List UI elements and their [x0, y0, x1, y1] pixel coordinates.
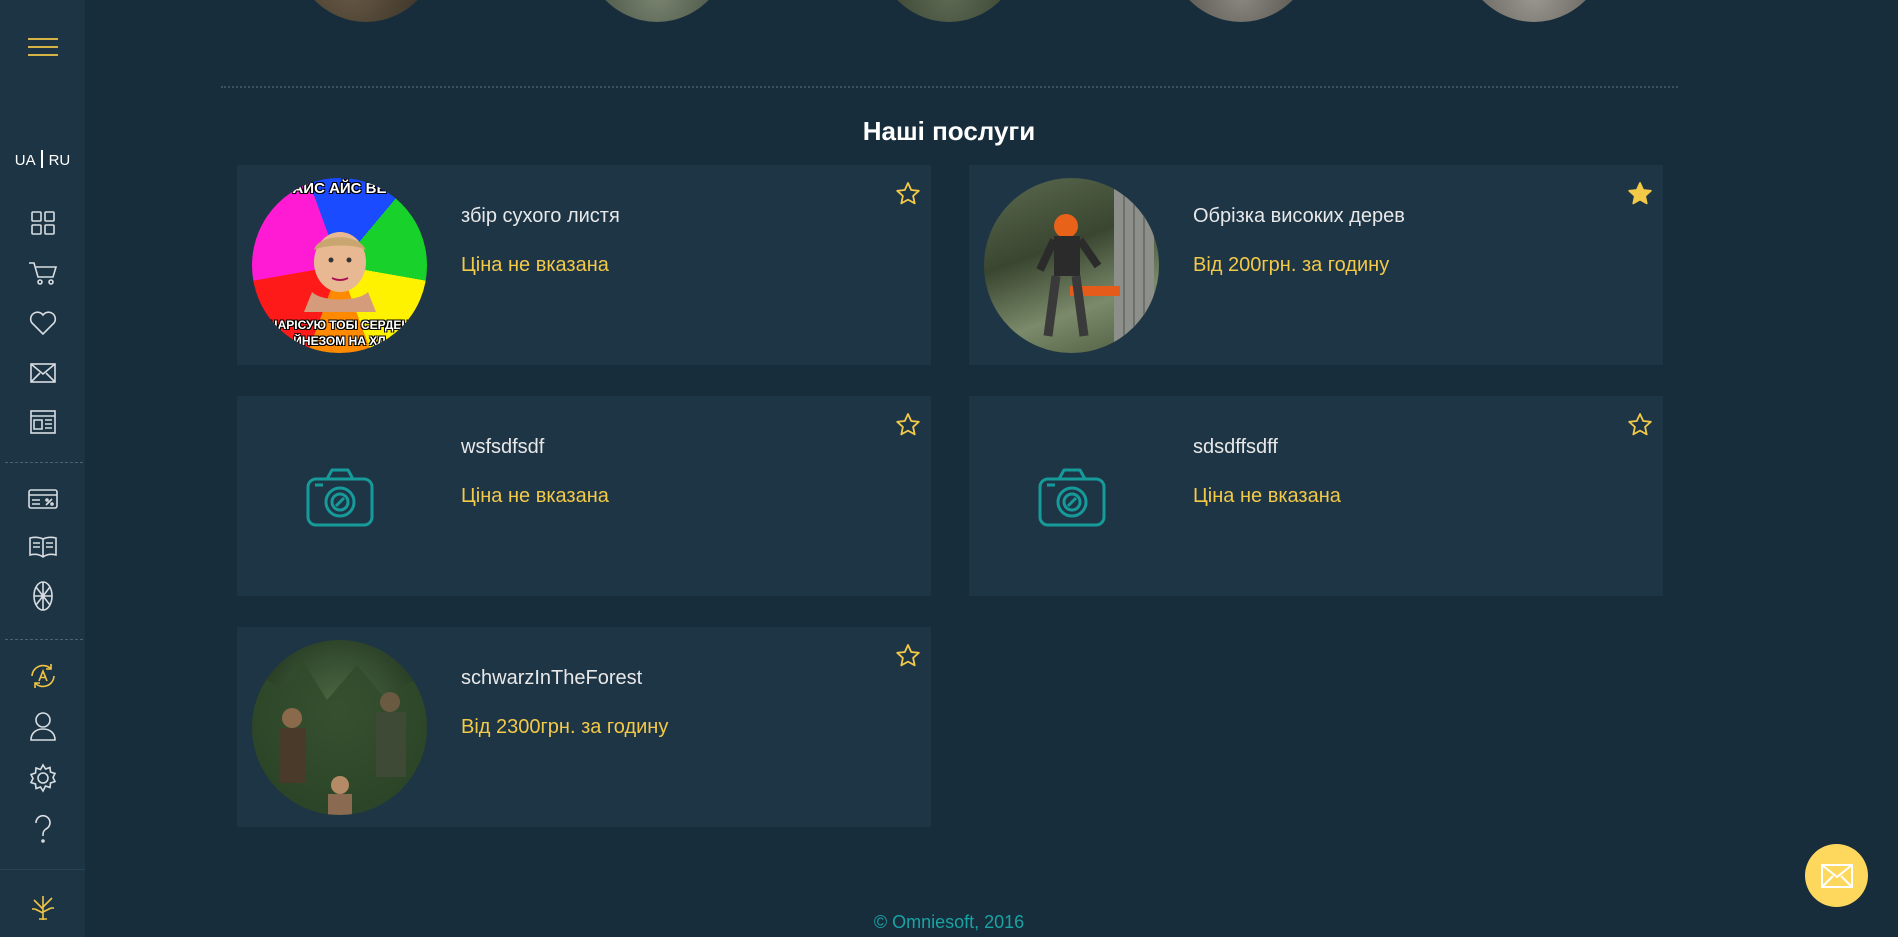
lang-divider — [40, 150, 43, 168]
lang-ua-link[interactable]: UA — [15, 152, 36, 169]
envelope-icon — [1820, 863, 1853, 888]
sidebar-divider — [5, 639, 83, 640]
camera-icon — [306, 468, 373, 526]
service-card[interactable]: schwarzInTheForest Від 2300грн. за годин… — [237, 627, 931, 827]
camera-icon — [1038, 468, 1105, 526]
top-avatar[interactable] — [578, 0, 736, 22]
section-divider — [221, 86, 1678, 88]
sidebar-divider — [5, 462, 83, 463]
question-icon[interactable] — [0, 813, 85, 845]
service-name[interactable]: збір сухого листя — [461, 205, 620, 228]
service-card[interactable]: Обрізка високих дерев Від 200грн. за год… — [969, 165, 1663, 365]
lang-ru-link[interactable]: RU — [49, 152, 71, 169]
sync-a-icon[interactable] — [0, 660, 85, 692]
section-title: Наші послуги — [862, 116, 1036, 146]
service-card[interactable]: wsfsdfsdf Ціна не вказана — [237, 396, 931, 596]
service-name[interactable]: schwarzInTheForest — [461, 667, 642, 690]
service-price: Ціна не вказана — [461, 254, 609, 276]
cart-icon[interactable] — [0, 258, 85, 288]
top-avatar[interactable] — [870, 0, 1028, 22]
book-icon[interactable] — [0, 533, 85, 561]
meme-top-text: АЙС АЙС ВЕ — [292, 180, 387, 197]
footer-copyright: © Omniesoft, 2016 — [873, 912, 1025, 932]
service-image: АЙС АЙС ВЕ НАРІСУЮ ТОБІ СЕРДЕН ЙНЕЗОМ НА… — [252, 178, 427, 353]
top-avatar[interactable] — [287, 0, 445, 22]
service-price: Ціна не вказана — [461, 485, 609, 507]
contact-mail-button[interactable] — [1805, 844, 1868, 907]
service-price: Від 200грн. за годину — [1193, 254, 1390, 276]
chainsaw-photo-icon — [1036, 178, 1154, 353]
news-icon[interactable] — [0, 407, 85, 437]
star-filled-icon[interactable] — [1627, 181, 1653, 207]
discount-card-icon[interactable] — [0, 485, 85, 513]
gear-icon[interactable] — [0, 762, 85, 794]
service-price: Ціна не вказана — [1193, 485, 1341, 507]
meme-bottom-text: НАРІСУЮ ТОБІ СЕРДЕН — [268, 318, 411, 332]
top-avatar[interactable] — [1455, 0, 1613, 22]
language-switcher: UA RU — [0, 150, 85, 169]
top-avatar[interactable] — [1162, 0, 1320, 22]
meme-bottom-text-2: ЙНЕЗОМ НА ХЛ — [293, 334, 386, 348]
service-card[interactable]: АЙС АЙС ВЕ НАРІСУЮ ТОБІ СЕРДЕН ЙНЕЗОМ НА… — [237, 165, 931, 365]
service-card[interactable]: sdsdffsdff Ціна не вказана — [969, 396, 1663, 596]
service-image-placeholder — [252, 409, 427, 584]
star-outline-icon[interactable] — [1627, 412, 1653, 438]
star-outline-icon[interactable] — [895, 643, 921, 669]
mail-icon[interactable] — [0, 358, 85, 388]
forest-photo-icon — [252, 660, 427, 815]
grid-icon[interactable] — [0, 208, 85, 238]
service-name[interactable]: Обрізка високих дерев — [1193, 205, 1405, 228]
aperture-icon[interactable] — [0, 580, 85, 612]
service-image — [252, 640, 427, 815]
menu-icon[interactable] — [0, 30, 85, 64]
heart-icon[interactable] — [0, 308, 85, 338]
service-name[interactable]: wsfsdfsdf — [461, 436, 544, 459]
service-image — [984, 178, 1159, 353]
star-outline-icon[interactable] — [895, 412, 921, 438]
service-name[interactable]: sdsdffsdff — [1193, 436, 1278, 459]
user-icon[interactable] — [0, 710, 85, 742]
service-price: Від 2300грн. за годину — [461, 716, 669, 738]
service-image-placeholder — [984, 409, 1159, 584]
star-outline-icon[interactable] — [895, 181, 921, 207]
sidebar-bottom-divider — [0, 869, 85, 870]
